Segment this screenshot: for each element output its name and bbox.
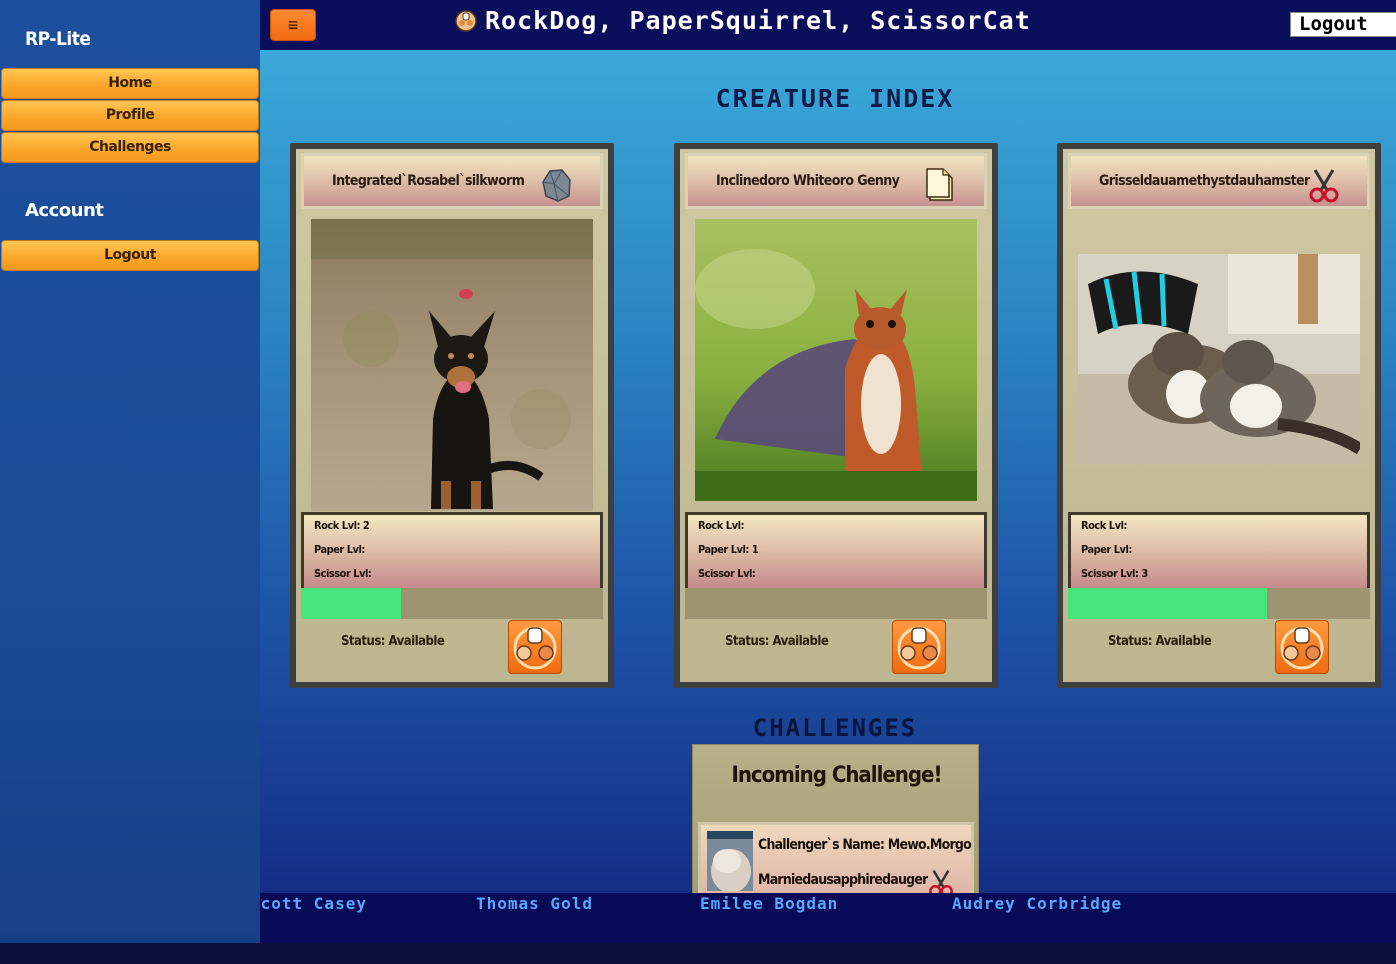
rps-hands-icon	[455, 10, 477, 32]
creature-name: Integrated`Rosabel`silkworm	[332, 173, 525, 189]
xp-bar-fill	[301, 588, 401, 619]
creature-name: Inclinedoro Whiteoro Genny	[716, 173, 900, 189]
scissors-icon	[1309, 169, 1339, 203]
ticker-item: Scott Casey	[260, 894, 367, 913]
rock-icon	[542, 169, 571, 202]
nav-profile-button[interactable]: Profile	[1, 100, 259, 131]
xp-bar	[685, 588, 987, 619]
title-text: RockDog, PaperSquirrel, ScissorCat	[485, 6, 1031, 35]
rps-hands-icon	[897, 626, 941, 670]
incoming-challenge-title: Incoming Challenge!	[731, 763, 942, 788]
challenger-creature-name: Marniedausapphiredaugerbil	[758, 872, 928, 888]
user-ticker: Scott Casey Thomas Gold Emilee Bogdan Au…	[260, 893, 1396, 943]
creature-stats: Rock Lvl: Paper Lvl: Scissor Lvl: 3	[1068, 512, 1370, 588]
xp-bar	[1068, 588, 1370, 619]
squirrel-photo	[695, 219, 977, 501]
challenge-button[interactable]	[508, 620, 562, 674]
challenger-name: Challenger`s Name: Mewo.Morgo	[758, 837, 972, 853]
creature-status: Status: Available	[725, 634, 829, 649]
hamburger-menu-button[interactable]: ≡	[270, 9, 316, 41]
creature-stats: Rock Lvl: Paper Lvl: 1 Scissor Lvl:	[685, 512, 987, 588]
nav-challenges-button[interactable]: Challenges	[1, 132, 259, 163]
creature-card: Integrated`Rosabel`silkworm Rock Lvl: 2 …	[290, 143, 614, 688]
sidebar: RP-Lite Home Profile Challenges Account …	[0, 0, 260, 943]
scissor-level: Scissor Lvl: 3	[1081, 567, 1148, 580]
paper-level: Paper Lvl: 1	[698, 543, 759, 556]
main-content: CREATURE INDEX Integrated`Rosabel`silkwo…	[260, 50, 1396, 904]
creature-status: Status: Available	[1108, 634, 1212, 649]
creature-index-heading: CREATURE INDEX	[715, 84, 955, 113]
challenge-button[interactable]	[1275, 620, 1329, 674]
page-title: RockDog, PaperSquirrel, ScissorCat	[455, 6, 1031, 35]
top-bar: ≡ RockDog, PaperSquirrel, ScissorCat Log…	[260, 0, 1396, 50]
incoming-challenge-panel: Incoming Challenge! Challenger`s Name: M…	[692, 744, 979, 904]
challenge-button[interactable]	[892, 620, 946, 674]
xp-bar	[301, 588, 603, 619]
dog-photo	[311, 219, 593, 511]
account-section-title: Account	[25, 200, 104, 221]
brand-title: RP-Lite	[25, 28, 91, 50]
paper-icon	[926, 168, 953, 201]
creature-card: Grisseldauamethystdauhamster Rock Lvl: P…	[1057, 143, 1381, 688]
challenger-avatar	[707, 831, 753, 891]
creature-name: Grisseldauamethystdauhamster	[1099, 173, 1310, 189]
scissor-level: Scissor Lvl:	[698, 567, 756, 580]
creature-status: Status: Available	[341, 634, 445, 649]
nav-home-button[interactable]: Home	[1, 68, 259, 99]
rps-hands-icon	[1280, 626, 1324, 670]
xp-bar-fill	[1068, 588, 1268, 619]
creature-card: Inclinedoro Whiteoro Genny Rock Lvl: Pap…	[674, 143, 998, 688]
top-logout-button[interactable]: Logout	[1290, 12, 1396, 37]
footer-strip	[0, 943, 1396, 964]
rock-level: Rock Lvl: 2	[314, 519, 370, 532]
rock-level: Rock Lvl:	[1081, 519, 1127, 532]
challenge-card[interactable]: Challenger`s Name: Mewo.Morgo Marniedaus…	[698, 822, 974, 903]
paper-level: Paper Lvl:	[1081, 543, 1132, 556]
creature-name-bar: Inclinedoro Whiteoro Genny	[685, 153, 987, 209]
rock-level: Rock Lvl:	[698, 519, 744, 532]
creature-name-bar: Grisseldauamethystdauhamster	[1068, 153, 1370, 209]
ticker-item: Audrey Corbridge	[952, 894, 1123, 913]
creature-name-bar: Integrated`Rosabel`silkworm	[301, 153, 603, 209]
scissor-level: Scissor Lvl:	[314, 567, 372, 580]
paper-level: Paper Lvl:	[314, 543, 365, 556]
sidebar-logout-button[interactable]: Logout	[1, 240, 259, 271]
creature-stats: Rock Lvl: 2 Paper Lvl: Scissor Lvl:	[301, 512, 603, 588]
ticker-item: Emilee Bogdan	[700, 894, 839, 913]
ticker-item: Thomas Gold	[476, 894, 593, 913]
rps-hands-icon	[513, 626, 557, 670]
challenges-heading: CHALLENGES	[752, 714, 918, 742]
cats-photo	[1078, 254, 1360, 464]
